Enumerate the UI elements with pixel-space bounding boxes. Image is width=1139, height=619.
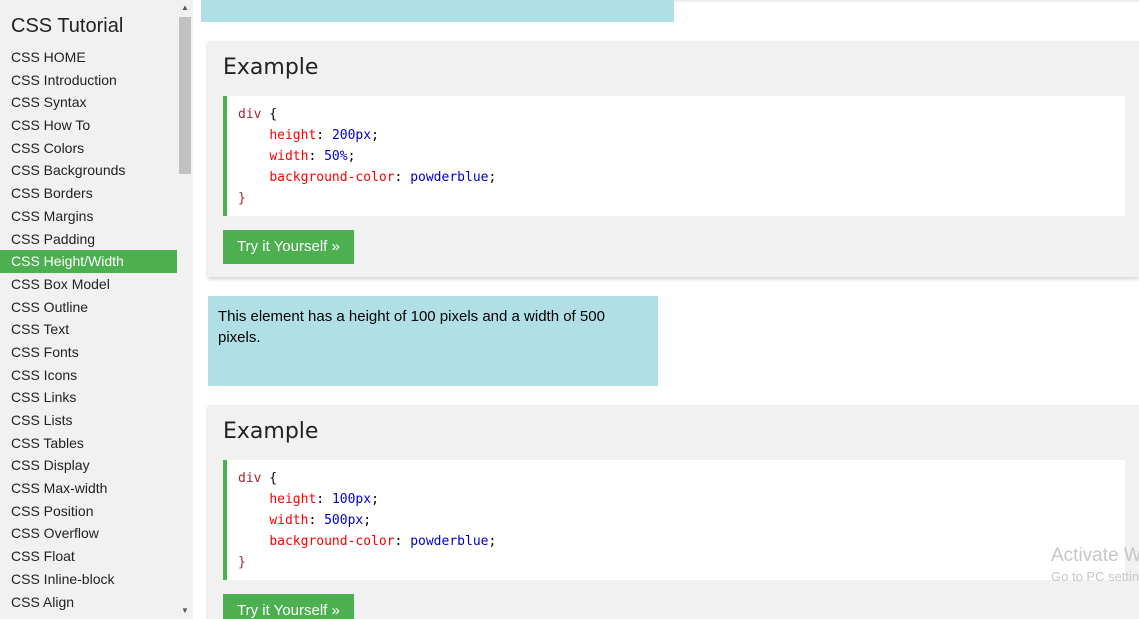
code-line: background-color: powderblue; — [269, 534, 497, 549]
sidebar-item-css-outline[interactable]: CSS Outline — [0, 296, 177, 319]
sidebar-list: CSS HOME CSS Introduction CSS Syntax CSS… — [0, 46, 177, 613]
code-line: width: 50%; — [269, 149, 356, 164]
activate-windows-watermark: Activate Windows Go to PC settings to ac… — [1051, 544, 1139, 586]
code-block: div { height: 200px; width: 50%; backgro… — [223, 96, 1125, 216]
try-it-yourself-button[interactable]: Try it Yourself » — [223, 594, 354, 619]
sidebar-item-css-backgrounds[interactable]: CSS Backgrounds — [0, 159, 177, 182]
code-line: } — [238, 552, 1125, 573]
main-content: Example div { height: 200px; width: 50%;… — [193, 0, 1139, 619]
code-value: 500px — [324, 513, 364, 528]
code-line: height: 100px; — [269, 492, 379, 507]
code-close-brace: } — [238, 191, 246, 206]
sidebar-item-css-height-width[interactable]: CSS Height/Width — [0, 250, 177, 273]
sidebar-item-css-position[interactable]: CSS Position — [0, 500, 177, 523]
sidebar-item-css-tables[interactable]: CSS Tables — [0, 432, 177, 455]
sidebar-item-css-max-width[interactable]: CSS Max-width — [0, 477, 177, 500]
sidebar-item-css-margins[interactable]: CSS Margins — [0, 205, 177, 228]
code-line: height: 200px; — [269, 128, 379, 143]
sidebar-item-css-how-to[interactable]: CSS How To — [0, 114, 177, 137]
sidebar-item-css-borders[interactable]: CSS Borders — [0, 182, 177, 205]
scroll-down-icon[interactable]: ▼ — [177, 603, 193, 619]
sidebar-item-css-syntax[interactable]: CSS Syntax — [0, 91, 177, 114]
watermark-subtitle: Go to PC settings to activate Windows. — [1051, 569, 1139, 584]
code-property: width — [269, 513, 309, 528]
sidebar-item-css-introduction[interactable]: CSS Introduction — [0, 69, 177, 92]
code-close-brace: } — [238, 555, 246, 570]
try-it-yourself-button[interactable]: Try it Yourself » — [223, 230, 354, 264]
code-line: div { — [238, 468, 1125, 489]
demo-box-previous — [201, 0, 674, 22]
sidebar-item-css-overflow[interactable]: CSS Overflow — [0, 522, 177, 545]
example-box: Example div { height: 100px; width: 500p… — [208, 405, 1139, 619]
sidebar-item-css-fonts[interactable]: CSS Fonts — [0, 341, 177, 364]
example-box: Example div { height: 200px; width: 50%;… — [208, 41, 1139, 277]
code-property: width — [269, 149, 309, 164]
scrollbar-thumb[interactable] — [179, 17, 191, 174]
code-value: 200px — [331, 128, 372, 143]
watermark-title: Activate Windows — [1051, 545, 1139, 566]
sidebar-item-css-text[interactable]: CSS Text — [0, 318, 177, 341]
code-line: width: 500px; — [269, 513, 372, 528]
example-heading: Example — [223, 55, 319, 80]
code-value: 50% — [324, 149, 348, 164]
sidebar-item-css-links[interactable]: CSS Links — [0, 386, 177, 409]
code-line: div { — [238, 104, 1125, 125]
sidebar-item-css-display[interactable]: CSS Display — [0, 454, 177, 477]
divider — [674, 0, 1139, 3]
code-selector: div — [238, 471, 262, 486]
sidebar-item-css-home[interactable]: CSS HOME — [0, 46, 177, 69]
code-property: background-color — [269, 170, 395, 185]
demo-box: This element has a height of 100 pixels … — [208, 296, 658, 386]
code-open-brace: { — [261, 107, 278, 122]
code-line: background-color: powderblue; — [269, 170, 497, 185]
code-property: background-color — [269, 534, 395, 549]
code-property: height — [269, 492, 317, 507]
sidebar-title: CSS Tutorial — [11, 15, 124, 37]
sidebar: CSS Tutorial CSS HOME CSS Introduction C… — [0, 0, 193, 619]
code-property: height — [269, 128, 317, 143]
sidebar-item-css-colors[interactable]: CSS Colors — [0, 137, 177, 160]
sidebar-item-css-float[interactable]: CSS Float — [0, 545, 177, 568]
sidebar-item-css-align[interactable]: CSS Align — [0, 591, 177, 614]
code-value: powderblue — [410, 170, 489, 185]
sidebar-item-css-inline-block[interactable]: CSS Inline-block — [0, 568, 177, 591]
code-block: div { height: 100px; width: 500px; backg… — [223, 460, 1125, 580]
scroll-up-icon[interactable]: ▲ — [177, 0, 193, 16]
code-selector: div — [238, 107, 262, 122]
code-value: 100px — [331, 492, 372, 507]
sidebar-item-css-icons[interactable]: CSS Icons — [0, 364, 177, 387]
example-heading: Example — [223, 419, 319, 444]
sidebar-item-css-lists[interactable]: CSS Lists — [0, 409, 177, 432]
sidebar-scrollbar[interactable]: ▲ ▼ — [177, 0, 193, 619]
sidebar-item-css-box-model[interactable]: CSS Box Model — [0, 273, 177, 296]
code-value: powderblue — [410, 534, 489, 549]
sidebar-item-css-padding[interactable]: CSS Padding — [0, 228, 177, 251]
code-line: } — [238, 188, 1125, 209]
code-open-brace: { — [261, 471, 278, 486]
